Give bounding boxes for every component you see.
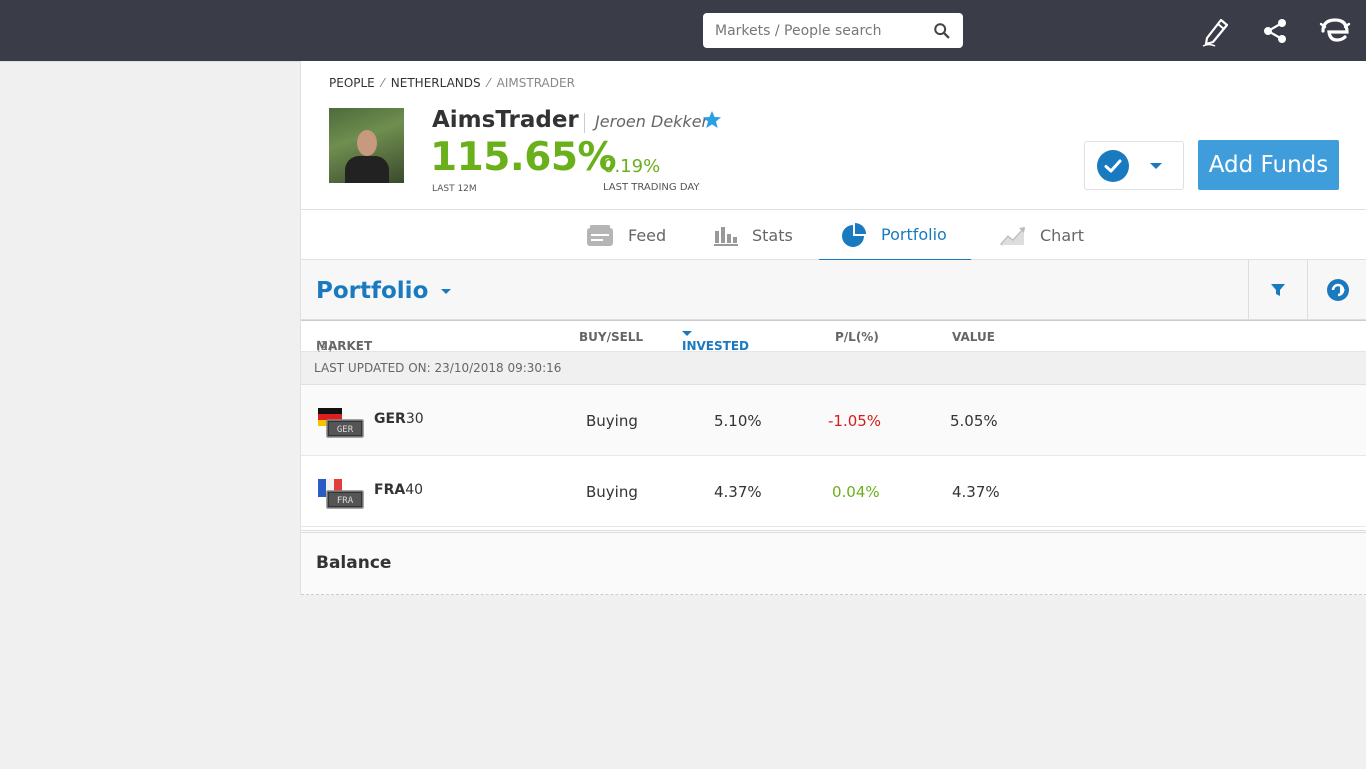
username: AimsTrader <box>432 107 579 133</box>
tab-portfolio-label: Portfolio <box>881 225 947 244</box>
share-icon[interactable] <box>1257 13 1293 49</box>
france-flag-icon: FRA <box>318 479 364 509</box>
feed-icon <box>587 224 613 246</box>
chevron-down-icon[interactable] <box>1149 161 1163 171</box>
germany-flag-icon: GER <box>318 408 364 438</box>
symbol-name: FRA <box>374 482 406 498</box>
tab-chart-label: Chart <box>1040 226 1084 245</box>
pie-chart-icon <box>842 222 866 247</box>
add-funds-button[interactable]: Add Funds <box>1198 140 1339 190</box>
table-row[interactable]: FRA FRA40 Buying 4.37% 0.04% 4.37% <box>301 456 1366 527</box>
tab-chart[interactable]: Chart <box>986 210 1098 261</box>
filter-button[interactable] <box>1248 260 1307 320</box>
gain-12m: 115.65% <box>430 135 617 180</box>
search-icon[interactable] <box>933 22 951 40</box>
row-invested: 4.37% <box>714 483 762 501</box>
gain-12m-label: LAST 12M <box>432 184 477 194</box>
tab-feed-label: Feed <box>628 226 667 245</box>
main-panel: PEOPLE ⁄ NETHERLANDS ⁄ AIMSTRADER AimsTr… <box>300 61 1366 595</box>
col-buy-sell[interactable]: BUY/SELL <box>579 330 643 344</box>
refresh-icon <box>1326 279 1349 301</box>
flag-ticker-label: GER <box>337 425 354 435</box>
portfolio-dropdown[interactable]: Portfolio <box>316 278 452 304</box>
sort-down-icon <box>682 331 692 336</box>
balance-label: Balance <box>316 553 392 573</box>
gain-day: 0.19% <box>603 156 661 177</box>
col-market-count: (2) <box>316 339 333 353</box>
row-action: Buying <box>586 412 638 430</box>
tab-feed[interactable]: Feed <box>572 210 680 261</box>
breadcrumb-netherlands[interactable]: NETHERLANDS <box>391 76 481 90</box>
row-value: 5.05% <box>950 412 998 430</box>
row-value: 4.37% <box>952 483 1000 501</box>
breadcrumb-separator: ⁄ <box>487 76 490 90</box>
etoro-logo-icon[interactable] <box>1317 13 1353 49</box>
search-input[interactable] <box>715 22 933 39</box>
chart-icon <box>1000 226 1025 246</box>
stats-icon <box>714 226 738 246</box>
breadcrumb: PEOPLE ⁄ NETHERLANDS ⁄ AIMSTRADER <box>329 76 575 90</box>
portfolio-title: Portfolio <box>316 278 429 304</box>
gain-day-label: LAST TRADING DAY <box>603 182 700 193</box>
col-invested[interactable]: INVESTED <box>682 330 749 353</box>
copy-button[interactable] <box>1084 141 1184 190</box>
real-name: Jeroen Dekker <box>595 112 709 131</box>
last-updated: LAST UPDATED ON: 23/10/2018 09:30:16 <box>301 352 1366 385</box>
tab-portfolio[interactable]: Portfolio <box>819 210 971 261</box>
profile-tabs: Feed Stats Portfolio Chart <box>301 209 1366 261</box>
filter-icon <box>1271 284 1285 296</box>
portfolio-header: Portfolio <box>301 260 1366 320</box>
edit-icon[interactable] <box>1198 13 1234 49</box>
market-symbol[interactable]: GER30 <box>374 411 424 427</box>
breadcrumb-people[interactable]: PEOPLE <box>329 76 375 90</box>
chevron-down-icon <box>441 289 452 294</box>
market-symbol[interactable]: FRA40 <box>374 482 423 498</box>
avatar[interactable] <box>329 108 404 183</box>
copy-portfolio-button[interactable] <box>1307 260 1366 320</box>
row-action: Buying <box>586 483 638 501</box>
search-box[interactable] <box>703 13 963 48</box>
table-row[interactable]: GER GER30 Buying 5.10% -1.05% 5.05% <box>301 385 1366 456</box>
top-bar <box>0 0 1366 61</box>
col-pl[interactable]: P/L(%) <box>835 330 879 344</box>
col-value[interactable]: VALUE <box>952 330 995 344</box>
symbol-number: 40 <box>405 482 424 498</box>
symbol-name: GER <box>374 411 406 427</box>
symbol-number: 30 <box>405 411 424 427</box>
row-pl: -1.05% <box>828 412 882 430</box>
row-pl: 0.04% <box>832 483 880 501</box>
breadcrumb-current: AIMSTRADER <box>496 76 575 90</box>
name-divider <box>584 113 585 133</box>
table-header: MARKET (2) BUY/SELL INVESTED P/L(%) VALU… <box>301 320 1366 353</box>
balance-row[interactable]: Balance <box>301 530 1366 595</box>
breadcrumb-separator: ⁄ <box>381 76 384 90</box>
flag-ticker-label: FRA <box>337 496 354 506</box>
col-invested-label: INVESTED <box>682 339 749 353</box>
tab-stats[interactable]: Stats <box>700 210 807 261</box>
star-icon <box>703 111 721 128</box>
row-invested: 5.10% <box>714 412 762 430</box>
check-circle-icon <box>1097 149 1129 182</box>
tab-stats-label: Stats <box>752 226 793 245</box>
left-sidebar <box>0 61 300 769</box>
